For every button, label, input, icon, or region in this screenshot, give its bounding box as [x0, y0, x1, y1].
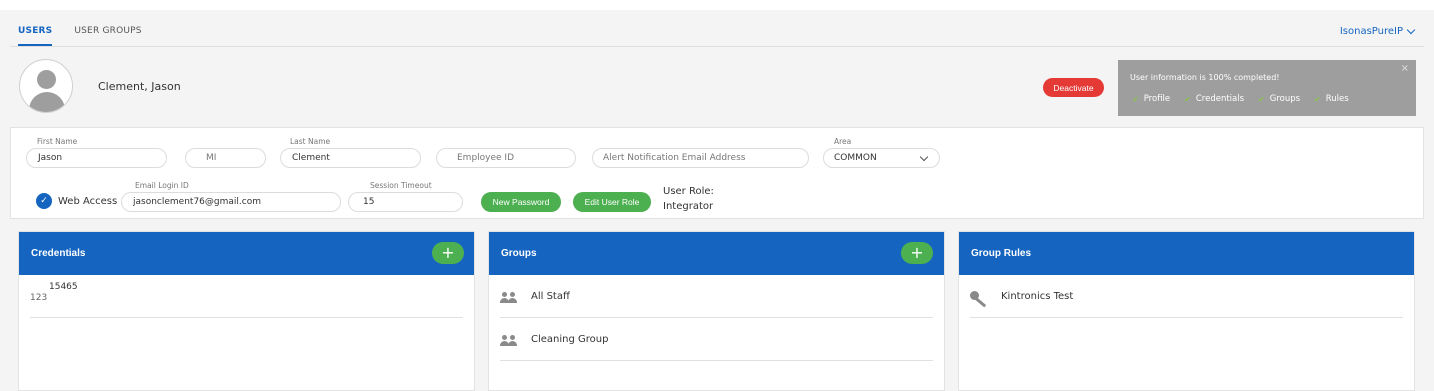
org-selector[interactable]: IsonasPureIP: [1339, 25, 1416, 37]
tab-bar: USERS USER GROUPS: [18, 26, 142, 46]
close-icon[interactable]: ×: [1401, 63, 1409, 74]
credentials-title: Credentials: [31, 248, 86, 259]
list-item[interactable]: All Staff: [500, 275, 933, 318]
session-timeout-field[interactable]: 15: [348, 192, 463, 212]
check-icon: ✓: [36, 193, 52, 209]
last-name-label: Last Name: [290, 137, 331, 146]
avatar-body-shape: [29, 92, 65, 112]
credentials-panel-header: Credentials +: [19, 232, 474, 275]
org-selector-label: IsonasPureIP: [1339, 26, 1403, 37]
completion-item-credentials: ✔ Credentials: [1184, 94, 1244, 104]
list-item[interactable]: Kintronics Test: [970, 275, 1403, 318]
area-select[interactable]: COMMON: [823, 148, 940, 168]
group-name: All Staff: [531, 291, 570, 302]
groups-title: Groups: [501, 248, 537, 259]
completion-status-box: User information is 100% completed! × ✔ …: [1118, 60, 1416, 116]
group-rules-panel: Group Rules Kintronics Test: [958, 231, 1415, 391]
deactivate-button[interactable]: Deactivate: [1043, 78, 1104, 97]
rule-name: Kintronics Test: [1001, 291, 1074, 302]
credentials-panel: Credentials + 123 15465: [18, 231, 475, 391]
last-name-field[interactable]: Clement: [280, 148, 421, 168]
tab-users[interactable]: USERS: [18, 26, 53, 46]
completion-item-label: Groups: [1269, 94, 1301, 104]
edit-user-role-button[interactable]: Edit User Role: [573, 192, 651, 212]
web-access-label: Web Access: [58, 195, 118, 207]
session-timeout-label: Session Timeout: [370, 181, 432, 190]
completion-item-groups: ✔ Groups: [1258, 94, 1300, 104]
list-item[interactable]: 123 15465: [30, 275, 463, 318]
group-rules-panel-header: Group Rules: [959, 232, 1414, 275]
chevron-down-icon: [919, 152, 929, 162]
first-name-field[interactable]: Jason: [26, 148, 167, 168]
completion-item-label: Profile: [1143, 94, 1171, 104]
group-name: Cleaning Group: [531, 334, 609, 345]
groups-panel-header: Groups +: [489, 232, 944, 275]
avatar[interactable]: [19, 59, 73, 113]
check-icon: ✔: [1258, 94, 1265, 104]
user-role-label: User Role:: [663, 186, 714, 197]
user-role-value: Integrator: [663, 201, 714, 212]
middle-initial-field[interactable]: MI: [185, 148, 266, 168]
completion-item-label: Rules: [1325, 94, 1349, 104]
tab-user-groups[interactable]: USER GROUPS: [74, 26, 141, 46]
check-icon: ✔: [1132, 94, 1139, 104]
area-label: Area: [834, 137, 852, 146]
chevron-down-icon: [1406, 25, 1416, 35]
employee-id-field[interactable]: Employee ID: [436, 148, 576, 168]
user-name: Clement, Jason: [98, 80, 181, 93]
groups-panel: Groups + All Staff Cleaning Group: [488, 231, 945, 391]
credential-value: 15465: [49, 282, 78, 292]
area-selected-value: COMMON: [834, 153, 877, 163]
email-login-label: Email Login ID: [135, 181, 189, 190]
completion-items: ✔ Profile ✔ Credentials ✔ Groups ✔ Rules: [1132, 94, 1349, 104]
group-rules-title: Group Rules: [971, 248, 1032, 259]
alert-email-field[interactable]: Alert Notification Email Address: [592, 148, 809, 168]
top-strip: [0, 0, 1434, 10]
completion-message: User information is 100% completed!: [1130, 73, 1280, 82]
add-group-button[interactable]: +: [901, 242, 933, 264]
check-icon: ✔: [1184, 94, 1191, 104]
add-credential-button[interactable]: +: [432, 242, 464, 264]
avatar-head-shape: [37, 70, 56, 89]
completion-item-profile: ✔ Profile: [1132, 94, 1170, 104]
list-item[interactable]: Cleaning Group: [500, 318, 933, 361]
tab-divider: [10, 46, 1424, 47]
new-password-button[interactable]: New Password: [481, 192, 561, 212]
check-icon: ✔: [1314, 94, 1321, 104]
first-name-label: First Name: [37, 137, 78, 146]
numeric-icon: 123: [30, 293, 48, 303]
completion-item-label: Credentials: [1195, 94, 1245, 104]
email-login-field[interactable]: jasonclement76@gmail.com: [121, 192, 341, 212]
completion-item-rules: ✔ Rules: [1314, 94, 1349, 104]
web-access-checkbox[interactable]: ✓ Web Access: [36, 193, 117, 209]
